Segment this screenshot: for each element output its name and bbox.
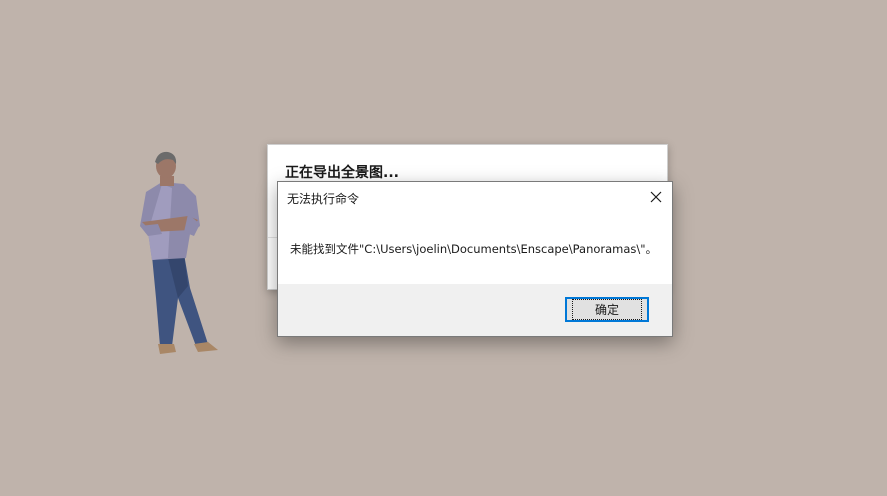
error-dialog: 无法执行命令 未能找到文件"C:\Users\joelin\Documents\… <box>277 181 673 337</box>
ok-button-label: 确定 <box>571 299 642 320</box>
export-window-title: 正在导出全景图... <box>285 165 399 181</box>
ok-button[interactable]: 确定 <box>565 297 649 322</box>
person-figure <box>140 151 218 354</box>
dialog-message: 未能找到文件"C:\Users\joelin\Documents\Enscape… <box>290 242 658 256</box>
render-viewport: 正在导出全景图... 无法执行命令 未能找到文件"C:\Users\joelin… <box>0 0 887 496</box>
dialog-footer: 确定 <box>278 284 672 336</box>
dialog-title: 无法执行命令 <box>287 192 360 206</box>
close-icon <box>650 191 662 203</box>
close-button[interactable] <box>640 182 672 212</box>
